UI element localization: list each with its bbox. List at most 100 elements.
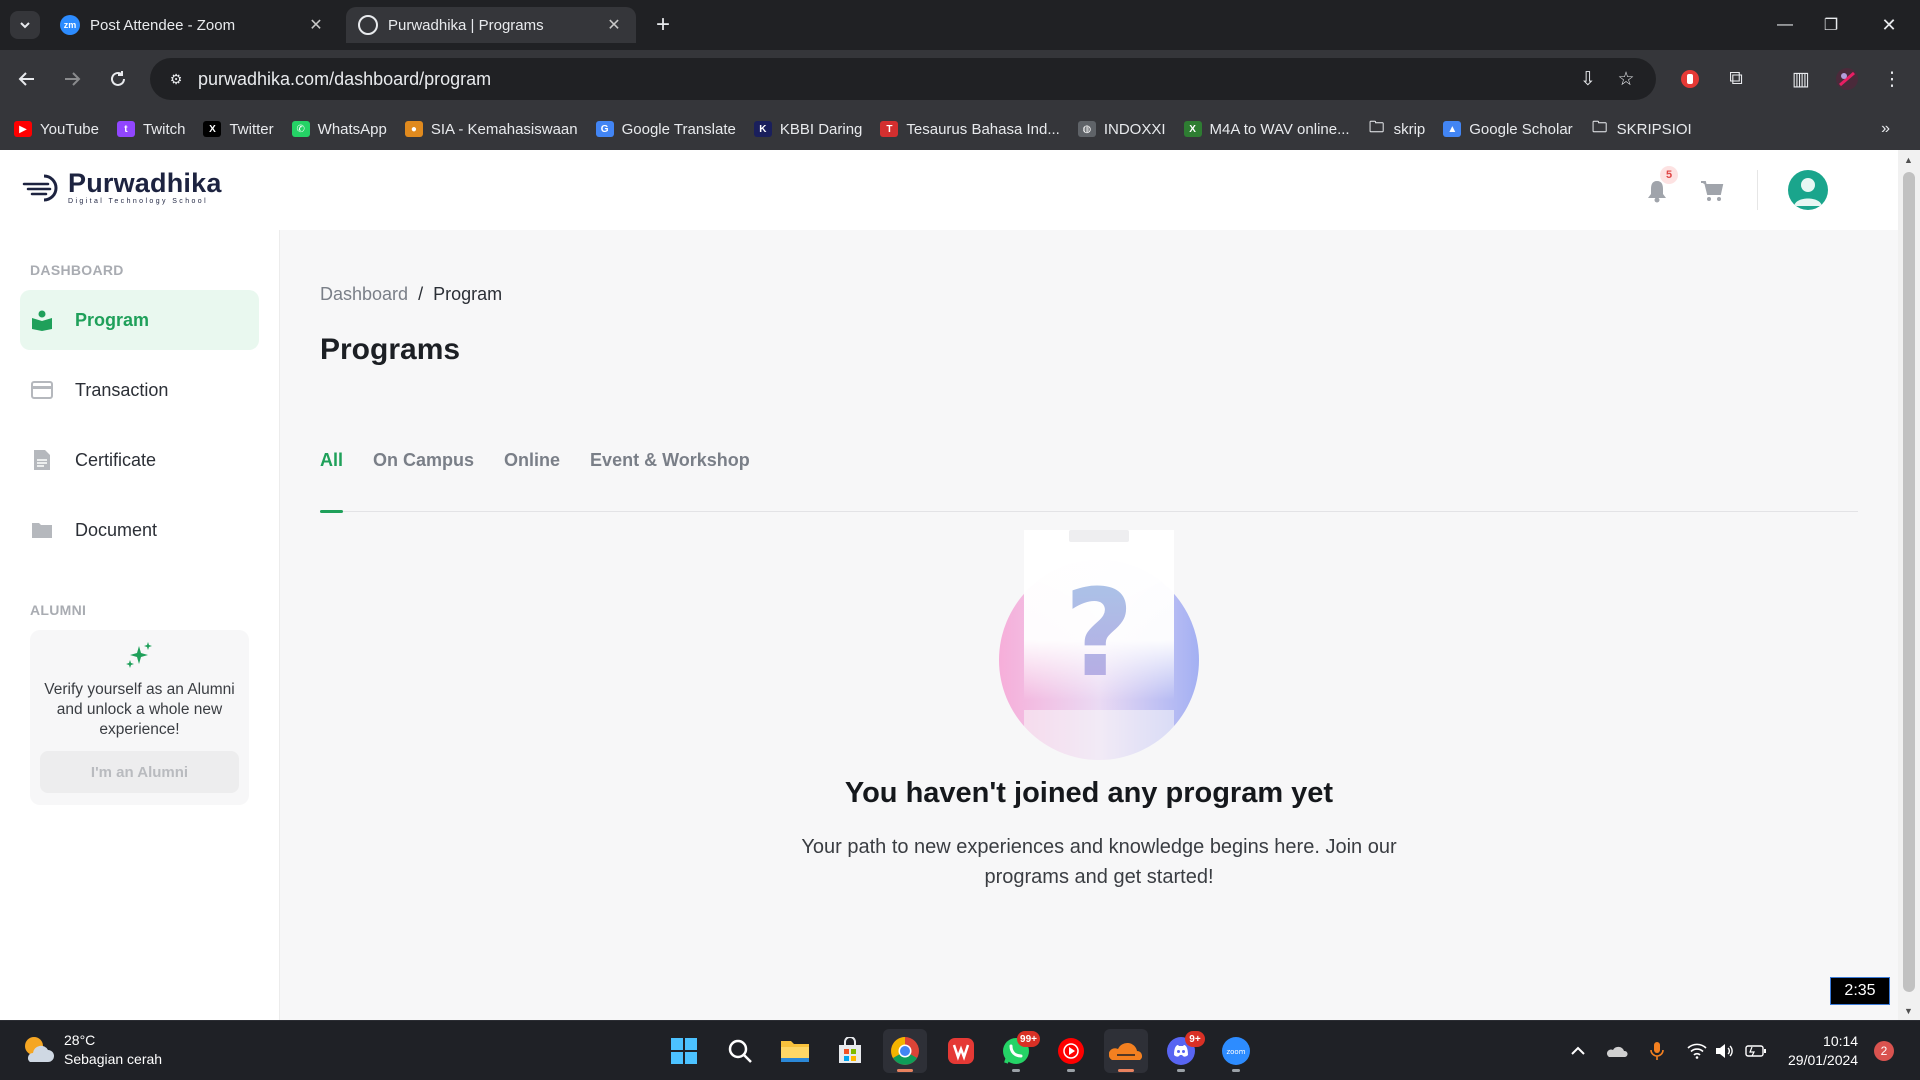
bookmark-item[interactable]: X Twitter — [203, 121, 274, 138]
web-page: Purwadhika Digital Technology School 5 D… — [0, 150, 1898, 1020]
purwadhika-logo[interactable]: Purwadhika Digital Technology School — [22, 170, 222, 205]
sidebar-item-transaction[interactable]: Transaction — [20, 360, 259, 420]
sidebar-item-certificate[interactable]: Certificate — [20, 430, 259, 490]
address-bar[interactable]: ⚙ purwadhika.com/dashboard/program — [150, 58, 1656, 100]
bookmark-item[interactable]: 🗀 skrip — [1368, 119, 1425, 138]
microsoft-store-button[interactable] — [828, 1029, 872, 1073]
browser-tab-purwadhika[interactable]: Purwadhika | Programs ✕ — [346, 7, 636, 43]
running-indicator — [1118, 1069, 1134, 1072]
back-button[interactable] — [12, 64, 42, 94]
tab-search-button[interactable] — [10, 11, 40, 39]
svg-text:zoom: zoom — [1226, 1048, 1245, 1056]
bookmark-item[interactable]: 🗀 SKRIPSIOI — [1591, 119, 1692, 138]
cart-button[interactable] — [1699, 178, 1725, 204]
sidebar: DASHBOARD Program Transaction Certificat… — [0, 230, 280, 1020]
sidebar-item-label: Document — [75, 519, 158, 540]
bookmark-item[interactable]: t Twitch — [116, 121, 185, 138]
minimize-button[interactable]: — — [1762, 8, 1808, 42]
search-button[interactable] — [718, 1029, 762, 1073]
notification-center-badge[interactable]: 2 — [1874, 1041, 1894, 1061]
globe-icon: ◍ — [1077, 121, 1096, 137]
side-panel-icon[interactable]: ▥ — [1787, 65, 1815, 93]
discord-button[interactable]: 9+ — [1159, 1029, 1205, 1073]
close-tab-icon[interactable]: ✕ — [306, 15, 326, 35]
bookmark-item[interactable]: ✆ WhatsApp — [291, 121, 387, 138]
bookmark-item[interactable]: ◍ INDOXXI — [1077, 121, 1166, 138]
bookmark-item[interactable]: ▲ Google Scholar — [1443, 121, 1573, 138]
more-bookmarks-icon[interactable]: » — [1881, 120, 1890, 138]
bookmark-item[interactable]: K KBBI Daring — [753, 120, 863, 138]
alumni-text: Verify yourself as an Alumni and unlock … — [44, 681, 235, 738]
bookmark-item[interactable]: G Google Translate — [595, 121, 736, 138]
wifi-icon[interactable] — [1685, 1039, 1709, 1063]
battery-icon[interactable] — [1744, 1039, 1768, 1063]
sidebar-item-program[interactable]: Program — [20, 290, 259, 350]
partly-sunny-icon — [25, 1037, 54, 1062]
cloudflare-warp-button[interactable] — [1104, 1029, 1148, 1073]
wps-office-button[interactable] — [939, 1029, 983, 1073]
running-indicator — [1067, 1069, 1075, 1072]
weather-widget[interactable]: 28°C Sebagian cerah — [20, 1031, 162, 1069]
show-hidden-icons-button[interactable] — [1566, 1039, 1590, 1063]
page-scrollbar[interactable]: ▲ ▼ — [1898, 150, 1920, 1020]
breadcrumb: Dashboard / Program — [320, 284, 502, 305]
converter-icon: X — [1183, 121, 1202, 137]
bookmarks-bar: ▶ YouTube t Twitch X Twitter ✆ WhatsApp ● SIA - K… — [0, 108, 1920, 150]
tab-all[interactable]: All — [320, 448, 344, 513]
bookmark-item[interactable]: ● SIA - Kemahasiswaan — [404, 121, 578, 138]
chevron-down-icon — [20, 22, 30, 29]
scrollbar-thumb[interactable] — [1903, 172, 1915, 992]
weather-description: Sebagian cerah — [64, 1051, 163, 1067]
forward-button[interactable] — [57, 64, 87, 94]
restore-button[interactable]: ❐ — [1808, 8, 1854, 42]
new-tab-button[interactable]: + — [650, 10, 676, 40]
whatsapp-taskbar-button[interactable]: 99+ — [994, 1029, 1040, 1073]
tab-title: Purwadhika | Programs — [388, 16, 544, 34]
google-scholar-icon: ▲ — [1443, 121, 1462, 137]
alumni-card: Verify yourself as an Alumni and unlock … — [30, 630, 249, 805]
bookmark-item[interactable]: T Tesaurus Bahasa Ind... — [880, 121, 1060, 138]
tab-on-campus[interactable]: On Campus — [373, 448, 474, 512]
install-app-icon[interactable]: ⇩ — [1574, 65, 1602, 93]
close-window-button[interactable]: ✕ — [1866, 8, 1912, 42]
alumni-button[interactable]: I'm an Alumni — [40, 751, 239, 793]
youtube-music-button[interactable] — [1049, 1029, 1093, 1073]
logo-name: Purwadhika — [68, 168, 222, 198]
bookmark-item[interactable]: X M4A to WAV online... — [1183, 121, 1350, 138]
book-reader-icon — [30, 308, 54, 332]
start-button[interactable] — [662, 1029, 706, 1073]
extension-adblock-icon[interactable] — [1676, 65, 1704, 93]
arrow-right-icon — [65, 72, 81, 86]
whatsapp-unread-badge: 99+ — [1017, 1031, 1040, 1047]
breadcrumb-dashboard-link[interactable]: Dashboard — [320, 284, 408, 305]
chrome-taskbar-button[interactable] — [883, 1029, 927, 1073]
microphone-icon[interactable] — [1645, 1039, 1669, 1063]
site-settings-icon[interactable]: ⚙ — [164, 71, 188, 88]
bookmark-label: SKRIPSIOI — [1616, 120, 1692, 138]
sidebar-section-alumni: ALUMNI — [30, 602, 87, 618]
extensions-puzzle-icon[interactable]: ⧉ — [1722, 65, 1750, 93]
close-tab-icon[interactable]: ✕ — [604, 15, 624, 35]
wps-office-icon — [948, 1038, 974, 1064]
running-indicator — [1177, 1069, 1185, 1072]
bookmark-star-icon[interactable]: ☆ — [1612, 65, 1640, 93]
user-avatar[interactable] — [1788, 170, 1828, 210]
sidebar-item-document[interactable]: Document — [20, 500, 259, 560]
onedrive-tray-icon[interactable] — [1605, 1039, 1629, 1063]
reload-button[interactable] — [103, 64, 133, 94]
bookmark-label: KBBI Daring — [779, 120, 863, 138]
profile-avatar-icon[interactable] — [1833, 65, 1861, 93]
tab-online[interactable]: Online — [504, 448, 560, 512]
running-indicator — [897, 1069, 913, 1072]
bookmark-item[interactable]: ▶ YouTube — [14, 121, 99, 138]
volume-icon[interactable] — [1713, 1039, 1737, 1063]
tab-event-workshop[interactable]: Event & Workshop — [590, 448, 750, 512]
system-clock[interactable]: 10:14 29/01/2024 — [1788, 1032, 1858, 1070]
browser-tab-zoom[interactable]: zm Post Attendee - Zoom ✕ — [48, 7, 338, 43]
url-text: purwadhika.com/dashboard/program — [198, 68, 492, 89]
windows-taskbar: 28°C Sebagian cerah 99+ 9+ zoom 10:14 29… — [0, 1020, 1920, 1080]
zoom-taskbar-button[interactable]: zoom — [1214, 1029, 1258, 1073]
browser-menu-icon[interactable]: ⋮ — [1878, 65, 1906, 93]
running-indicator — [1232, 1069, 1240, 1072]
file-explorer-button[interactable] — [773, 1029, 817, 1073]
